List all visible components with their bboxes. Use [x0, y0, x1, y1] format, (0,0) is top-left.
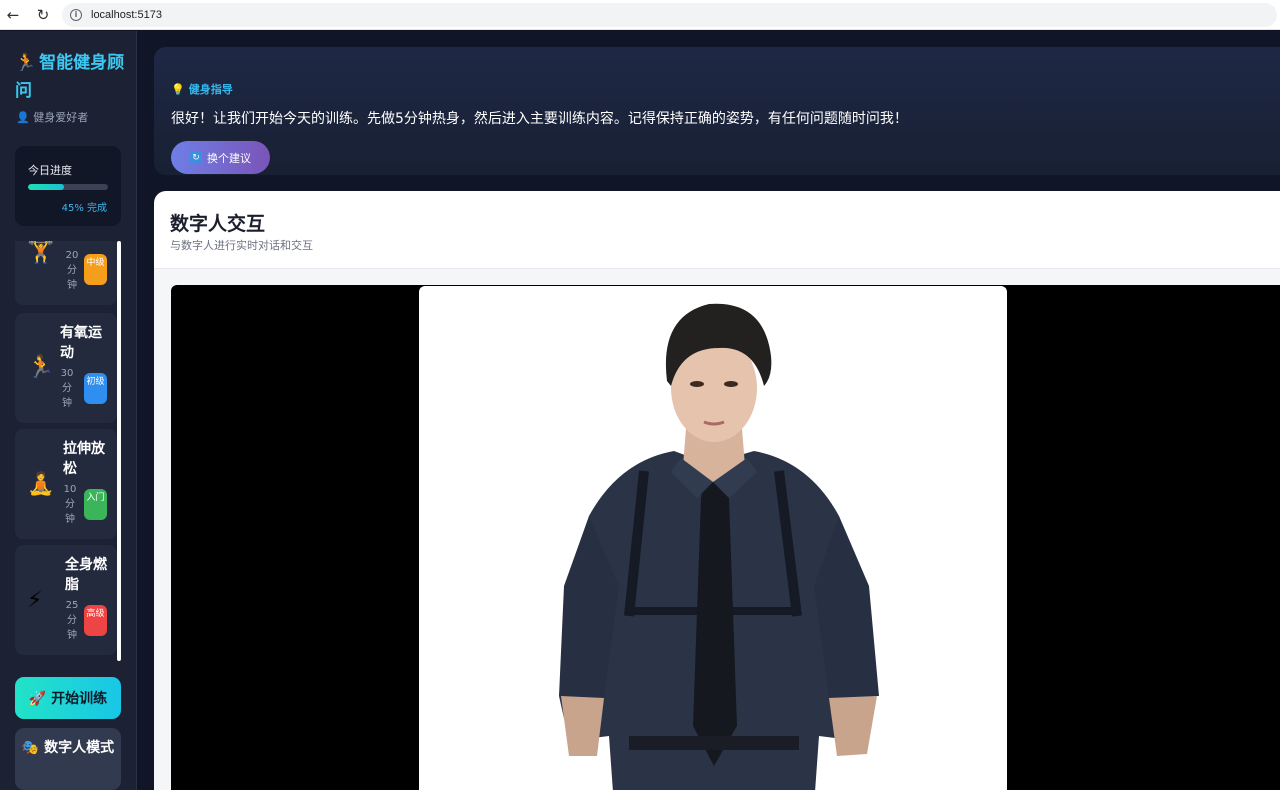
- workout-card-cardio[interactable]: 🏃 有氧运动 30 分 钟 初级: [15, 313, 117, 423]
- running-icon: 🏃: [27, 355, 55, 380]
- lightbulb-icon: 💡: [171, 83, 185, 96]
- workout-card-stretch[interactable]: 🧘 拉伸放松 10 分 钟 入门: [15, 429, 117, 539]
- workout-card-strength[interactable]: 🏋️ 20 分 钟 中级: [15, 241, 117, 305]
- browser-toolbar: ← ↻ i localhost:5173: [0, 0, 1280, 30]
- progress-label: 今日进度: [28, 164, 72, 177]
- progress-bar-fill: [28, 184, 64, 190]
- workout-list-scrollbar[interactable]: [117, 241, 121, 661]
- start-training-button[interactable]: 🚀 开始训练: [15, 677, 121, 719]
- workout-title: 拉伸放松: [63, 441, 105, 477]
- sidebar: 🏃 智能健身顾问 👤 健身爱好者 今日进度 45% 完成 🏋️ 20 分 钟 中级…: [0, 31, 137, 790]
- workout-card-fatburn[interactable]: ⚡ 全身燃脂 25 分 钟 高级: [15, 545, 117, 655]
- swap-suggestion-button[interactable]: ↻ 换个建议: [171, 141, 270, 174]
- digital-human-avatar: [559, 303, 879, 790]
- panel-subtitle: 与数字人进行实时对话和交互: [170, 239, 313, 252]
- lightning-icon: ⚡: [27, 588, 43, 613]
- level-badge: 高级: [84, 605, 107, 636]
- address-bar[interactable]: i localhost:5173: [62, 2, 1277, 27]
- level-badge: 初级: [84, 373, 107, 404]
- tip-heading-text: 健身指导: [188, 83, 233, 96]
- digital-human-video[interactable]: [171, 285, 1280, 790]
- workout-duration: 20 分 钟: [65, 250, 79, 291]
- workout-title: 全身燃脂: [65, 557, 107, 593]
- weightlifting-icon: 🏋️: [27, 241, 55, 265]
- workout-duration: 10 分 钟: [63, 484, 77, 525]
- daily-progress-card: 今日进度 45% 完成: [15, 146, 121, 226]
- tip-text: 很好！让我们开始今天的训练。先做5分钟热身，然后进入主要训练内容。记得保持正确的…: [171, 111, 908, 127]
- workout-duration: 30 分 钟: [60, 368, 74, 409]
- refresh-icon: ↻: [190, 151, 202, 164]
- back-arrow-icon[interactable]: ←: [4, 6, 22, 24]
- digital-human-panel: 数字人交互 与数字人进行实时对话和交互: [154, 191, 1280, 790]
- panel-body: [154, 269, 1280, 790]
- user-icon: 👤: [16, 111, 30, 124]
- workout-duration: 25 分 钟: [65, 600, 79, 641]
- panel-title: 数字人交互: [170, 213, 266, 235]
- info-icon[interactable]: i: [70, 8, 82, 21]
- tip-heading: 💡 健身指导: [171, 81, 233, 97]
- avatar-frame: [419, 286, 1007, 790]
- main-content: 💡 健身指导 很好！让我们开始今天的训练。先做5分钟热身，然后进入主要训练内容。记…: [138, 31, 1280, 790]
- user-label: 👤 健身爱好者: [16, 109, 88, 125]
- swap-suggestion-label: 换个建议: [207, 151, 251, 165]
- url-text[interactable]: localhost:5173: [91, 9, 162, 21]
- progress-bar: [28, 184, 108, 190]
- reload-icon[interactable]: ↻: [34, 6, 52, 24]
- yoga-icon: 🧘: [27, 472, 55, 497]
- brand-title: 🏃 智能健身顾问: [15, 49, 125, 105]
- runner-icon: 🏃: [15, 53, 37, 73]
- workout-title: 有氧运动: [60, 325, 102, 361]
- level-badge: 入门: [84, 489, 107, 520]
- level-badge: 中级: [84, 254, 107, 285]
- progress-text: 45% 完成: [61, 203, 107, 214]
- digital-human-mode-button[interactable]: 🎭 数字人模式: [15, 728, 121, 790]
- fitness-tip-card: 💡 健身指导 很好！让我们开始今天的训练。先做5分钟热身，然后进入主要训练内容。记…: [154, 47, 1280, 175]
- user-name: 健身爱好者: [33, 111, 89, 124]
